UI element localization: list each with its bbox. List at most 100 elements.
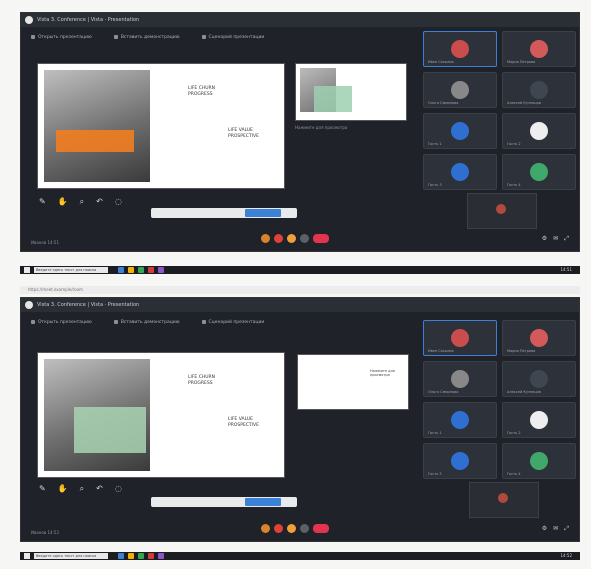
participant-tile[interactable]: Гость 2 [502,113,576,149]
next-slide-thumbnail[interactable]: Нажмите для просмотра [297,354,409,410]
chat-icon[interactable]: ✉ [553,525,558,533]
start-icon[interactable] [24,553,30,559]
tab-open[interactable]: Открыть презентацию [31,33,92,43]
taskbar-search[interactable]: Введите здесь текст для поиска [34,267,108,273]
more-button[interactable] [300,234,309,243]
app-icon[interactable] [118,267,124,273]
slide-subtitle: LIFE VALUE PROSPECTIVE [228,417,259,428]
share-button[interactable] [287,234,296,243]
start-icon[interactable] [24,267,30,273]
app-icon[interactable] [118,553,124,559]
avatar [530,329,548,347]
camera-button[interactable] [274,524,283,533]
taskbar-search[interactable]: Введите здесь текст для поиска [34,553,108,559]
settings-icon[interactable]: ⚙ [542,235,547,243]
app-icon[interactable] [138,267,144,273]
slide-photo [44,359,150,471]
send-button[interactable] [245,498,281,506]
fullscreen-icon[interactable]: ⤢ [564,525,569,533]
participant-tile[interactable]: Иван Соколов [423,320,497,356]
app-icon[interactable] [128,267,134,273]
thumbnail-text: Нажмите для просмотра [370,369,395,377]
avatar [530,452,548,470]
app-icon[interactable] [158,553,164,559]
participant-tile[interactable]: Алексей Кузнецов [502,361,576,397]
avatar [451,122,469,140]
zoom-icon[interactable]: ⌕ [80,197,84,207]
participant-tile[interactable]: Гость 3 [423,154,497,190]
app-icon[interactable] [148,267,154,273]
pencil-icon[interactable]: ✎ [39,197,46,207]
participant-name: Гость 2 [507,431,521,435]
participant-tile[interactable]: Гость 4 [502,154,576,190]
share-button[interactable] [287,524,296,533]
chat-icon[interactable]: ✉ [553,235,558,243]
slide-subtitle: LIFE VALUE PROSPECTIVE [228,128,259,139]
app-icon[interactable] [158,267,164,273]
send-button[interactable] [245,209,281,217]
tab-insert[interactable]: Вставить демонстрацию [113,33,180,43]
call-controls [261,524,329,533]
call-controls [261,234,329,243]
app-icon[interactable] [128,553,134,559]
participant-tile[interactable]: Гость 1 [423,402,497,438]
undo-icon[interactable]: ↶ [96,484,103,494]
hand-icon[interactable]: ✋ [58,197,68,207]
self-view[interactable] [467,193,537,229]
participant-tile[interactable]: Алексей Кузнецов [502,72,576,108]
more-button[interactable] [300,524,309,533]
next-slide-thumbnail[interactable] [295,63,407,121]
participant-name: Гость 4 [507,472,521,476]
participant-name: Гость 1 [428,142,442,146]
hand-icon[interactable]: ✋ [58,484,68,494]
end-call-button[interactable] [313,234,329,243]
tab-icon [31,319,35,324]
tab-open[interactable]: Открыть презентацию [31,318,92,328]
app-icon[interactable] [138,553,144,559]
end-call-button[interactable] [313,524,329,533]
eraser-icon[interactable]: ◌ [115,484,122,494]
chat-input-bar[interactable] [151,208,297,218]
settings-icon[interactable]: ⚙ [542,525,547,533]
participant-tile[interactable]: Гость 1 [423,113,497,149]
self-view[interactable] [469,482,539,518]
tab-icon [201,319,206,324]
tab-insert[interactable]: Вставить демонстрацию [113,318,180,328]
camera-button[interactable] [274,234,283,243]
participant-name: Гость 1 [428,431,442,435]
zoom-icon[interactable]: ⌕ [80,484,84,494]
participant-tile[interactable]: Ольга Смирнова [423,72,497,108]
participant-name: Гость 2 [507,142,521,146]
slide-title: LIFE CHURN PROGRESS [188,86,216,97]
participant-tile[interactable]: Мария Петрова [502,31,576,67]
participant-tile[interactable]: Гость 2 [502,402,576,438]
participant-name: Мария Петрова [507,349,536,353]
app-icon[interactable] [148,553,154,559]
screenshot-top: Vista 3. Conference | Vista · Presentati… [20,12,580,252]
os-taskbar: Введите здесь текст для поиска 14:51 [20,266,580,274]
mic-button[interactable] [261,524,270,533]
avatar [451,163,469,181]
status-text: Иванов 14:51 [31,240,60,245]
tab-scenario[interactable]: Сценарий презентации [201,33,264,43]
fullscreen-icon[interactable]: ⤢ [564,235,569,243]
chat-input-bar[interactable] [151,497,297,507]
taskbar-apps [118,553,164,559]
mic-button[interactable] [261,234,270,243]
tab-scenario[interactable]: Сценарий презентации [201,318,264,328]
participant-tile[interactable]: Ольга Смирнова [423,361,497,397]
participant-name: Ольга Смирнова [428,101,459,105]
pencil-icon[interactable]: ✎ [39,484,46,494]
main-slide[interactable]: LIFE CHURN PROGRESS LIFE VALUE PROSPECTI… [37,63,285,189]
eraser-icon[interactable]: ◌ [115,197,122,207]
browser-strip: https://meet.example/room [20,286,580,294]
participant-tile[interactable]: Гость 3 [423,443,497,479]
participant-tile[interactable]: Мария Петрова [502,320,576,356]
avatar [530,370,548,388]
taskbar-clock: 14:52 [560,553,572,558]
undo-icon[interactable]: ↶ [96,197,103,207]
avatar [451,452,469,470]
participant-tile[interactable]: Иван Соколов [423,31,497,67]
participant-tile[interactable]: Гость 4 [502,443,576,479]
main-slide[interactable]: LIFE CHURN PROGRESS LIFE VALUE PROSPECTI… [37,352,285,478]
